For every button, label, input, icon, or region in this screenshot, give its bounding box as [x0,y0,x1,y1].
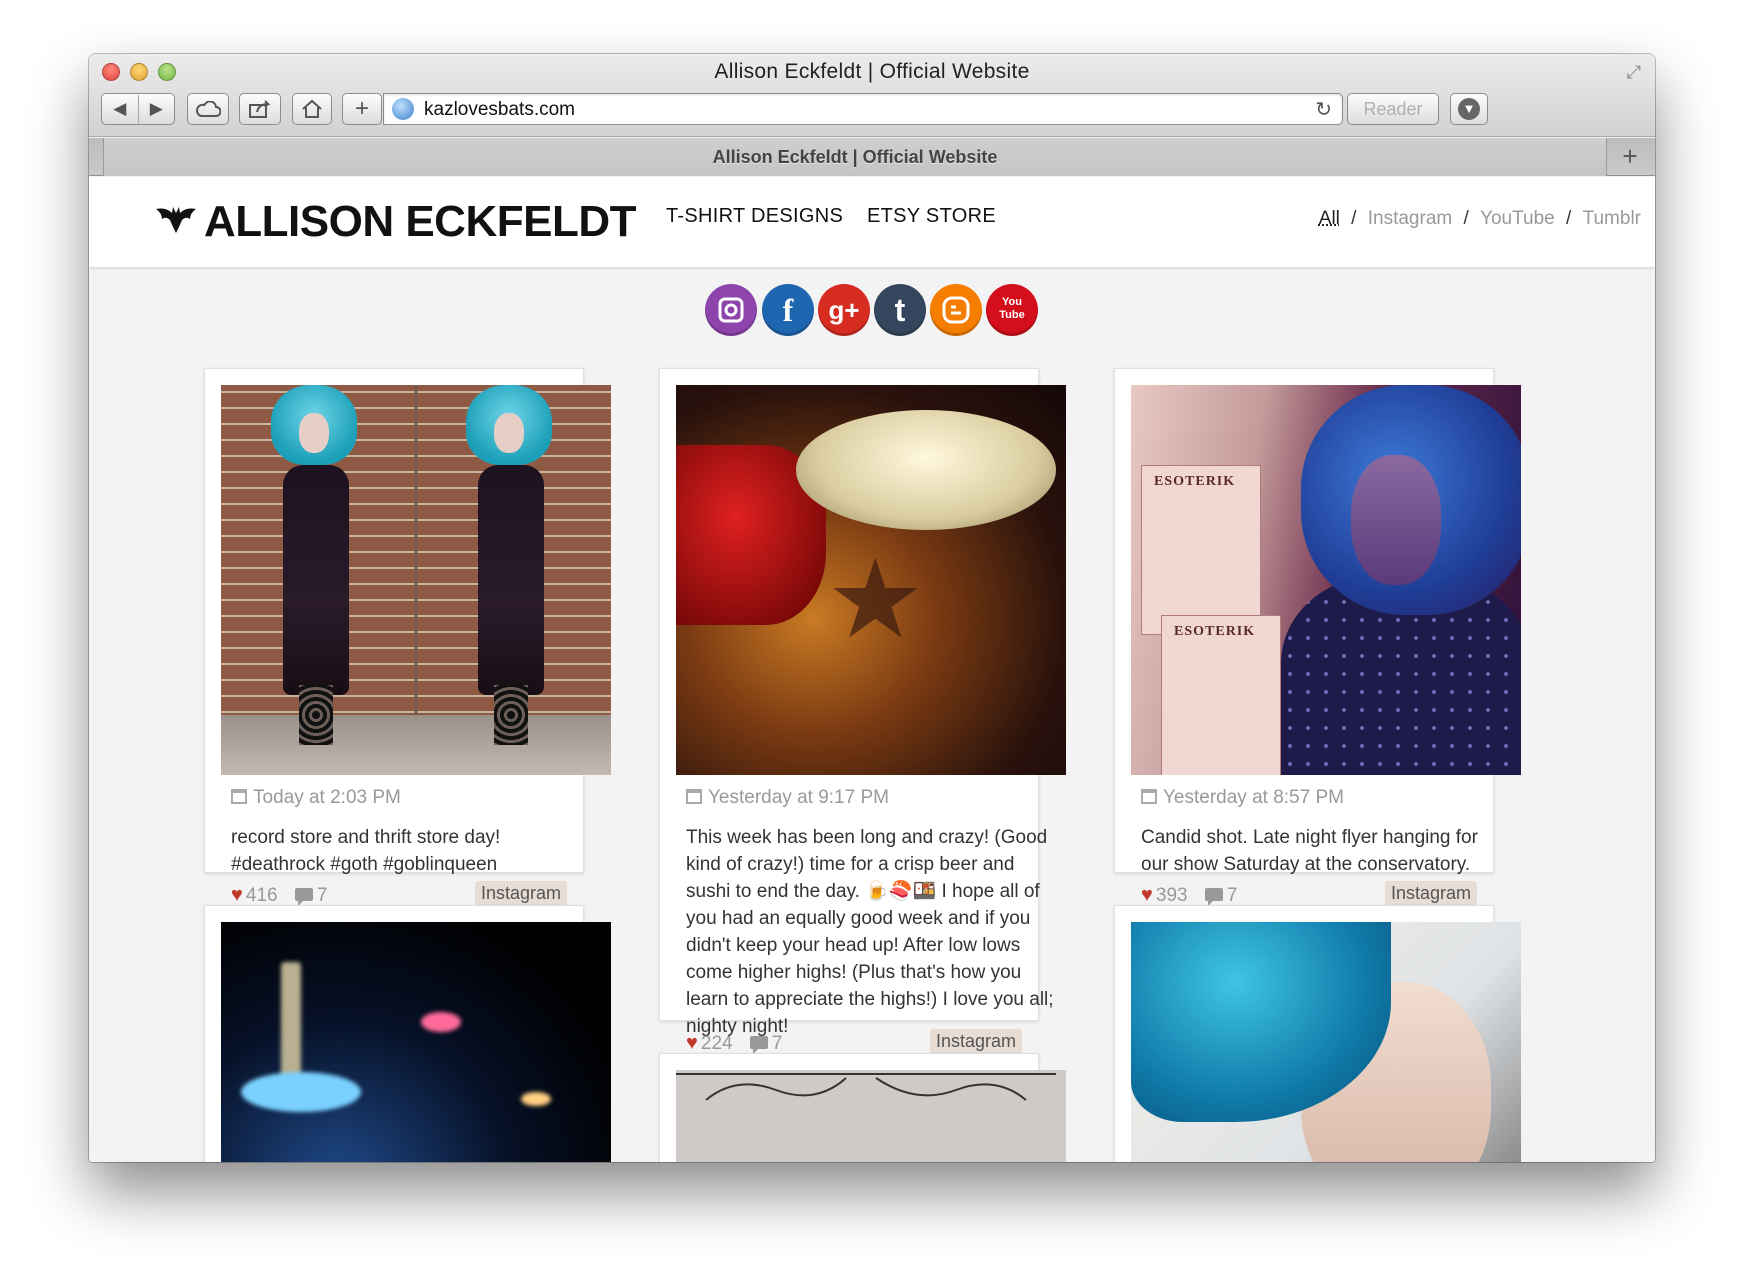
web-page: ALLISON ECKFELDT T-SHIRT DESIGNS ETSY ST… [89,177,1655,1162]
tumblr-icon[interactable]: t [874,284,926,336]
post-caption: This week has been long and crazy! (Good… [686,827,1054,1037]
post-card[interactable] [204,905,611,1162]
photo-floor [221,715,611,775]
post-stats: ♥ 416 7 [231,884,327,907]
post-card[interactable]: ESOTERIK ESOTERIK Yesterday at 8:57 PM C… [1114,368,1521,906]
window-title: Allison Eckfeldt | Official Website [714,60,1030,83]
sketch-drawing [676,1073,1056,1101]
post-photo[interactable] [221,922,611,1162]
heart-icon[interactable]: ♥ [231,884,243,906]
reload-icon[interactable]: ↻ [1315,97,1332,122]
star-icon: ★ [826,538,925,661]
cloud-icon [195,101,221,117]
tab-bar: Allison Eckfeldt | Official Website + [89,138,1655,176]
download-icon: ▼ [1458,98,1480,120]
filter-all[interactable]: All [1319,208,1340,229]
flyer: ESOTERIK [1161,615,1281,775]
source-tag[interactable]: Instagram [1384,881,1477,906]
comment-count: 7 [1226,885,1238,906]
home-icon [302,99,322,118]
post-date: Today at 2:03 PM [231,787,401,809]
reader-button[interactable]: Reader [1347,93,1439,125]
heart-icon[interactable]: ♥ [686,1032,698,1054]
post-card[interactable]: ★ Yesterday at 9:17 PM This week has bee… [659,368,1066,1054]
source-filters: All / Instagram / YouTube / Tumblr [1313,208,1641,230]
forward-button[interactable]: ▶ [139,99,175,119]
site-header: ALLISON ECKFELDT T-SHIRT DESIGNS ETSY ST… [89,177,1655,267]
like-count: 393 [1155,885,1188,906]
fullscreen-icon[interactable]: ⤢ [1627,62,1641,83]
post-photo[interactable] [221,385,611,775]
like-count: 416 [245,885,278,906]
globe-icon [392,98,414,120]
facebook-icon[interactable]: f [762,284,814,336]
bat-logo-icon[interactable] [156,205,196,235]
share-icon [249,100,271,118]
source-tag[interactable]: Instagram [474,881,567,906]
home-button[interactable] [292,93,332,125]
filter-tumblr[interactable]: Tumblr [1583,208,1641,229]
like-count: 224 [700,1033,733,1054]
post-photo[interactable] [676,1070,1066,1162]
post-photo[interactable]: ESOTERIK ESOTERIK [1131,385,1521,775]
url-text[interactable]: kazlovesbats.com [424,99,575,121]
post-stats: ♥ 224 7 [686,1032,782,1055]
instagram-icon[interactable] [705,284,757,336]
youtube-icon[interactable]: You Tube [986,284,1038,336]
back-forward-buttons: ◀ ▶ [101,93,175,125]
back-button[interactable]: ◀ [102,99,138,119]
google-plus-icon[interactable]: g+ [818,284,870,336]
icloud-tabs-button[interactable] [187,93,229,125]
post-caption: Candid shot. Late night flyer hanging fo… [1141,827,1478,875]
post-date: Yesterday at 8:57 PM [1141,787,1344,809]
filter-youtube[interactable]: YouTube [1480,208,1555,229]
browser-toolbar: Allison Eckfeldt | Official Website ⤢ ◀ … [89,54,1655,137]
source-tag[interactable]: Instagram [929,1029,1022,1054]
post-stats: ♥ 393 7 [1141,884,1237,907]
address-bar[interactable]: kazlovesbats.com ↻ [383,93,1343,125]
comment-icon[interactable] [294,888,313,906]
calendar-icon [1141,789,1157,804]
post-photo[interactable]: ★ [676,385,1066,775]
filter-instagram[interactable]: Instagram [1368,208,1452,229]
comment-count: 7 [771,1033,783,1054]
post-card[interactable] [659,1053,1066,1162]
post-photo[interactable] [1131,922,1521,1162]
downloads-button[interactable]: ▼ [1450,93,1488,125]
calendar-icon [686,789,702,804]
site-title[interactable]: ALLISON ECKFELDT [204,197,636,247]
flyer: ESOTERIK [1141,465,1261,635]
comment-icon[interactable] [749,1036,768,1054]
browser-window: Allison Eckfeldt | Official Website ⤢ ◀ … [89,54,1655,1162]
heart-icon[interactable]: ♥ [1141,884,1153,906]
comment-count: 7 [316,885,328,906]
post-card[interactable]: Today at 2:03 PM record store and thrift… [204,368,611,906]
filter-separator: / [1566,208,1572,229]
filter-separator: / [1351,208,1357,229]
post-caption: record store and thrift store day! #deat… [231,827,501,875]
new-tab-button[interactable]: + [1615,142,1645,172]
blogger-icon[interactable] [930,284,982,336]
share-button[interactable] [239,93,281,125]
nav-tshirt-designs[interactable]: T-SHIRT DESIGNS [666,205,843,228]
filter-separator: / [1463,208,1469,229]
post-date: Yesterday at 9:17 PM [686,787,889,809]
nav-etsy-store[interactable]: ETSY STORE [867,205,996,228]
youtube-label: You Tube [999,296,1025,321]
post-card[interactable] [1114,905,1521,1162]
comment-icon[interactable] [1204,888,1223,906]
add-bookmark-button[interactable]: + [342,93,382,125]
calendar-icon [231,789,247,804]
tab-current[interactable]: Allison Eckfeldt | Official Website [103,138,1607,176]
